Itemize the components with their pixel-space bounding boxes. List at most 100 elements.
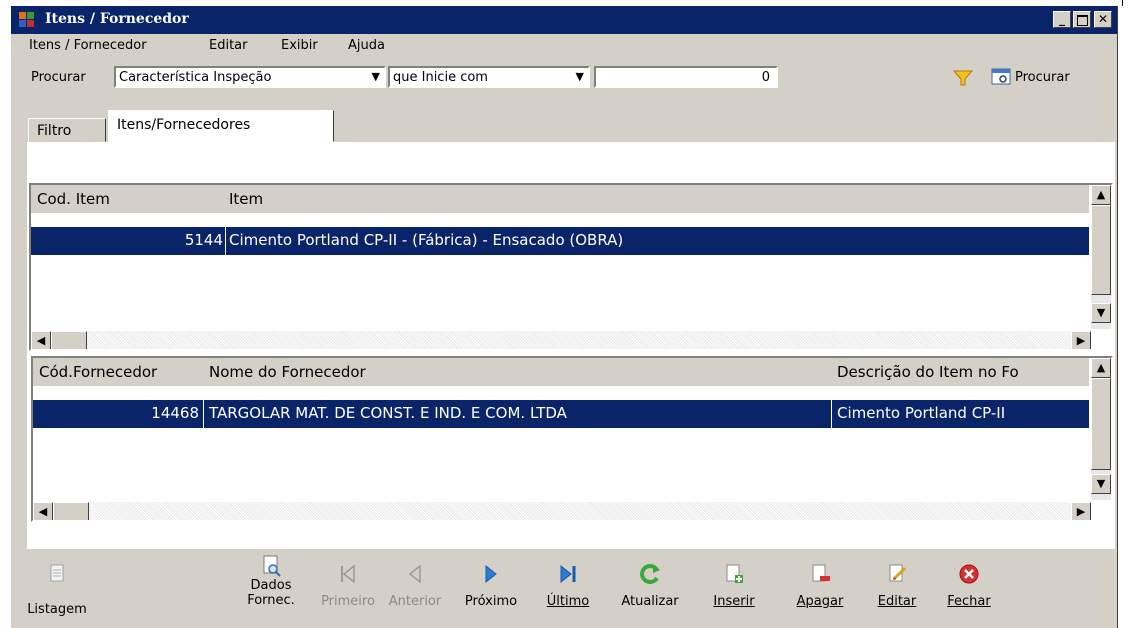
col-cod-fornecedor[interactable]: Cód.Fornecedor [39, 363, 157, 381]
fechar-button[interactable]: Fechar [937, 562, 1001, 609]
anterior-label: Anterior [388, 594, 442, 609]
filter-icon[interactable] [953, 69, 973, 87]
scroll-right-icon[interactable]: ▶ [1071, 331, 1091, 349]
cell-descricao-item: Cimento Portland CP-II [837, 404, 1006, 422]
hscroll-thumb[interactable] [53, 502, 89, 520]
close-icon [957, 562, 981, 586]
suppliers-vertical-scrollbar[interactable]: ▲ ▼ [1091, 358, 1111, 500]
search-field-value: Característica Inspeção [119, 70, 272, 85]
search-mode-select[interactable]: que Inicie com ▼ [388, 66, 590, 88]
table-row[interactable]: 5144 Cimento Portland CP-II - (Fábrica) … [31, 227, 1089, 255]
tab-itens-fornecedores-label: Itens/Fornecedores [117, 117, 251, 133]
primeiro-button[interactable]: Primeiro [321, 562, 375, 609]
menu-ajuda[interactable]: Ajuda [348, 38, 385, 53]
apagar-button[interactable]: Apagar [781, 562, 859, 609]
cell-cod-fornecedor: 14468 [151, 404, 199, 422]
inserir-button[interactable]: Inserir [701, 562, 767, 609]
editar-label: Editar [877, 594, 917, 609]
refresh-icon [638, 562, 662, 586]
col-nome-fornecedor[interactable]: Nome do Fornecedor [209, 363, 366, 381]
scroll-thumb[interactable] [1091, 205, 1111, 295]
cell-nome-fornecedor: TARGOLAR MAT. DE CONST. E IND. E COM. LT… [209, 404, 567, 422]
app-icon [19, 12, 35, 28]
col-cod-item[interactable]: Cod. Item [37, 190, 110, 208]
minimize-icon: _ [1059, 12, 1065, 26]
last-record-icon [556, 562, 580, 586]
search-input[interactable]: 0 [594, 66, 778, 88]
items-vertical-scrollbar[interactable]: ▲ ▼ [1091, 185, 1111, 329]
table-row[interactable]: 14468 TARGOLAR MAT. DE CONST. E IND. E C… [33, 400, 1089, 428]
atualizar-label: Atualizar [621, 594, 679, 609]
menu-itens-fornecedor[interactable]: Itens / Fornecedor [29, 38, 147, 53]
col-descricao-item[interactable]: Descrição do Item no Fo [837, 363, 1019, 381]
col-item[interactable]: Item [229, 190, 263, 208]
search-bar: Procurar Característica Inspeção ▼ que I… [11, 58, 1117, 100]
fechar-label: Fechar [947, 594, 991, 609]
menu-editar[interactable]: Editar [209, 38, 248, 53]
dados-label: Dados [250, 578, 292, 593]
hscroll-thumb[interactable] [51, 331, 87, 349]
close-window-button[interactable]: ✕ [1094, 11, 1112, 28]
fornec-label: Fornec. [247, 593, 295, 608]
items-horizontal-scrollbar[interactable]: ◀ ▶ [31, 331, 1091, 349]
scroll-up-icon[interactable]: ▲ [1091, 358, 1111, 378]
scroll-down-icon[interactable]: ▼ [1091, 303, 1111, 323]
apagar-label: Apagar [796, 594, 844, 609]
items-grid: Cod. Item Item 5144 Cimento Portland CP-… [29, 183, 1113, 351]
cell-cod-item: 5144 [184, 231, 223, 249]
menu-exibir[interactable]: Exibir [281, 38, 318, 53]
scroll-up-icon[interactable]: ▲ [1091, 185, 1111, 205]
maximize-button[interactable] [1073, 11, 1091, 28]
primeiro-label: Primeiro [321, 594, 375, 609]
suppliers-grid: Cód.Fornecedor Nome do Fornecedor Descri… [31, 356, 1113, 522]
scroll-thumb[interactable] [1091, 378, 1111, 470]
cell-item: Cimento Portland CP-II - (Fábrica) - Ens… [229, 231, 624, 249]
minimize-button[interactable]: _ [1053, 11, 1071, 28]
remove-document-icon [808, 562, 832, 586]
tab-strip: Filtro Itens/Fornecedores [11, 100, 1117, 142]
search-field-select[interactable]: Característica Inspeção ▼ [114, 66, 386, 88]
search-window-icon [991, 68, 1011, 85]
proximo-label: Próximo [464, 594, 518, 609]
window-title: Itens / Fornecedor [45, 11, 189, 27]
search-input-value: 0 [761, 70, 770, 85]
add-document-icon [722, 562, 746, 586]
suppliers-grid-header: Cód.Fornecedor Nome do Fornecedor Descri… [33, 358, 1089, 386]
editar-button[interactable]: Editar [867, 562, 927, 609]
menu-bar: Itens / Fornecedor Editar Exibir Ajuda [11, 34, 1117, 58]
scroll-down-icon[interactable]: ▼ [1091, 474, 1111, 494]
title-bar[interactable]: Itens / Fornecedor _ ✕ [11, 6, 1117, 34]
proximo-button[interactable]: Próximo [453, 562, 529, 609]
anterior-button[interactable]: Anterior [383, 562, 447, 609]
tab-itens-fornecedores[interactable]: Itens/Fornecedores [108, 110, 334, 142]
ultimo-button[interactable]: Último [536, 562, 600, 609]
suppliers-horizontal-scrollbar[interactable]: ◀ ▶ [33, 502, 1091, 520]
ultimo-label: Último [546, 594, 590, 609]
listagem-label: Listagem [27, 602, 87, 617]
scroll-left-icon[interactable]: ◀ [33, 502, 53, 520]
search-button-label: Procurar [1015, 70, 1070, 85]
atualizar-button[interactable]: Atualizar [609, 562, 691, 609]
search-mode-value: que Inicie com [393, 70, 488, 85]
dropdown-arrow-icon: ▼ [371, 70, 380, 83]
next-record-icon [479, 562, 503, 586]
scroll-right-icon[interactable]: ▶ [1071, 502, 1091, 520]
dados-fornec-button[interactable]: Dados Fornec. [243, 554, 299, 608]
bottom-toolbar: Listagem Dados Fornec. Primeiro Anterior [11, 552, 1117, 628]
close-icon: ✕ [1097, 12, 1109, 26]
scroll-left-icon[interactable]: ◀ [31, 331, 51, 349]
search-label: Procurar [31, 70, 86, 85]
edit-document-icon [885, 562, 909, 586]
items-grid-header: Cod. Item Item [31, 185, 1089, 213]
document-list-icon [45, 562, 69, 586]
maximize-icon [1076, 15, 1088, 26]
dropdown-arrow-icon: ▼ [575, 70, 584, 83]
tab-filtro-label: Filtro [37, 123, 72, 139]
tab-filtro[interactable]: Filtro [28, 118, 106, 142]
first-record-icon [336, 562, 360, 586]
document-search-icon [259, 554, 283, 578]
inserir-label: Inserir [713, 594, 755, 609]
listagem-button[interactable]: Listagem [19, 562, 95, 617]
app-window: Itens / Fornecedor _ ✕ Itens / Fornecedo… [10, 6, 1118, 628]
previous-record-icon [403, 562, 427, 586]
